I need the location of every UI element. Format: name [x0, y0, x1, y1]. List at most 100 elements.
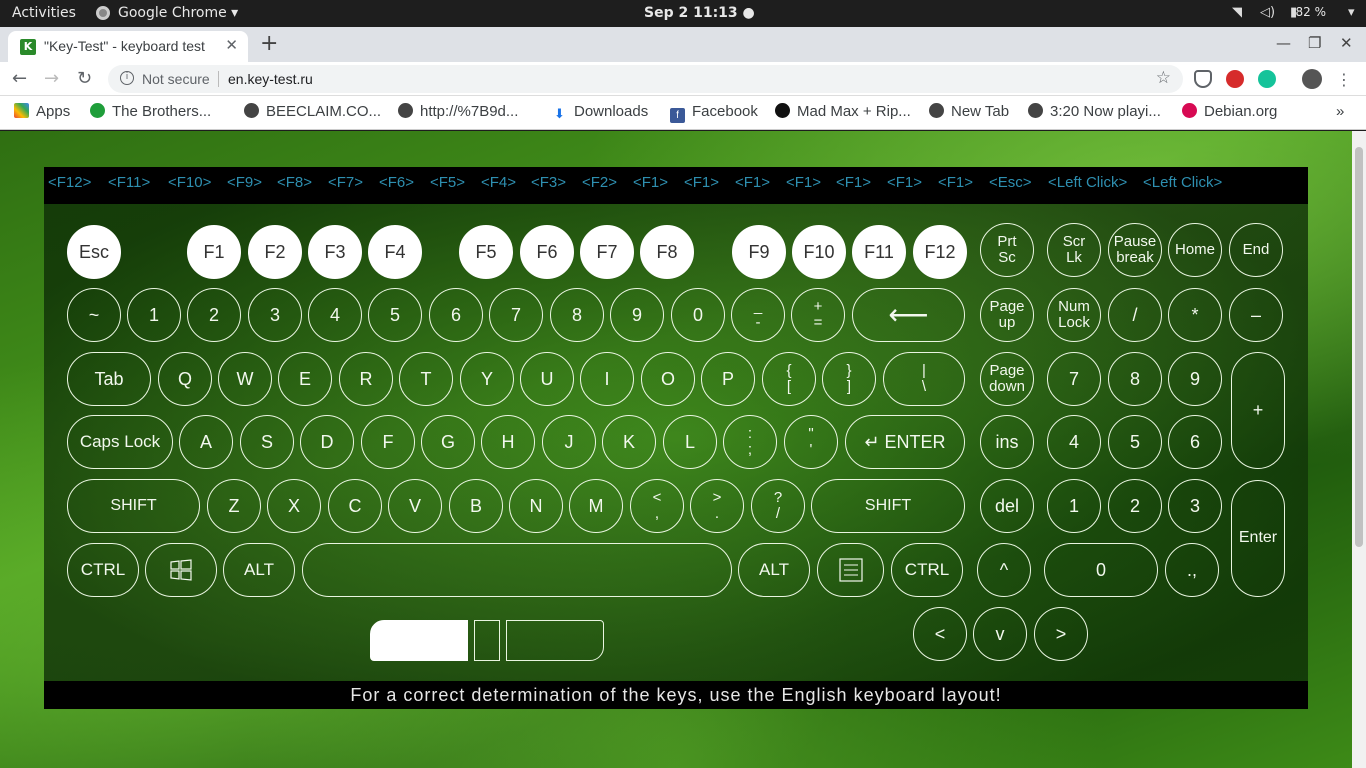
key-caps-lock[interactable]: Caps Lock [67, 415, 173, 469]
key-arrow-up[interactable]: ^ [977, 543, 1031, 597]
key-f7[interactable]: F7 [580, 225, 634, 279]
key-f8[interactable]: F8 [640, 225, 694, 279]
key-9[interactable]: 9 [610, 288, 664, 342]
key-f12[interactable]: F12 [913, 225, 967, 279]
key-kp-7[interactable]: 7 [1047, 352, 1101, 406]
tab-close-icon[interactable]: ✕ [225, 36, 238, 54]
key-pause-break[interactable]: Pause break [1108, 223, 1162, 277]
bookmark-item[interactable]: New Tab [929, 103, 1009, 120]
key-right-alt[interactable]: ALT [738, 543, 810, 597]
key-f1[interactable]: F1 [187, 225, 241, 279]
info-icon[interactable]: i [120, 71, 134, 85]
key-right-bracket[interactable]: } ] [822, 352, 876, 406]
clock[interactable]: Sep 2 11:13 ● [644, 5, 755, 21]
key-enter[interactable]: ↵ ENTER [845, 415, 965, 469]
key-insert[interactable]: ins [980, 415, 1034, 469]
browser-tab[interactable]: K "Key-Test" - keyboard test ✕ [8, 31, 248, 62]
key-k[interactable]: K [602, 415, 656, 469]
grammarly-icon[interactable] [1258, 70, 1276, 88]
key-kp-decimal[interactable]: ., [1165, 543, 1219, 597]
key-f10[interactable]: F10 [792, 225, 846, 279]
key-5[interactable]: 5 [368, 288, 422, 342]
key-arrow-right[interactable]: > [1034, 607, 1088, 661]
key-tab[interactable]: Tab [67, 352, 151, 406]
wifi-icon[interactable]: ◥ [1232, 5, 1242, 20]
key-m[interactable]: M [569, 479, 623, 533]
key-num-lock[interactable]: Num Lock [1047, 288, 1101, 342]
key-f[interactable]: F [361, 415, 415, 469]
key-6[interactable]: 6 [429, 288, 483, 342]
key-esc[interactable]: Esc [67, 225, 121, 279]
key-c[interactable]: C [328, 479, 382, 533]
key-kp-3[interactable]: 3 [1168, 479, 1222, 533]
key-f5[interactable]: F5 [459, 225, 513, 279]
bookmark-item[interactable]: Mad Max + Rip... [775, 103, 911, 120]
power-menu-icon[interactable]: ▾ [1348, 5, 1355, 20]
key-e[interactable]: E [278, 352, 332, 406]
activities-button[interactable]: Activities [12, 5, 76, 21]
key-context-menu[interactable] [817, 543, 884, 597]
key-print-screen[interactable]: Prt Sc [980, 223, 1034, 277]
key-l[interactable]: L [663, 415, 717, 469]
key-right-ctrl[interactable]: CTRL [891, 543, 963, 597]
key-kp-enter[interactable]: Enter [1231, 480, 1285, 597]
key-n[interactable]: N [509, 479, 563, 533]
key-v[interactable]: V [388, 479, 442, 533]
app-menu[interactable]: Google Chrome ▾ [118, 5, 238, 21]
key-kp-minus[interactable]: – [1229, 288, 1283, 342]
key-f11[interactable]: F11 [852, 225, 906, 279]
key-period[interactable]: > . [690, 479, 744, 533]
key-left-shift[interactable]: SHIFT [67, 479, 200, 533]
key-kp-8[interactable]: 8 [1108, 352, 1162, 406]
new-tab-button[interactable]: + [260, 31, 278, 56]
key-end[interactable]: End [1229, 223, 1283, 277]
mouse-left-button[interactable] [370, 620, 468, 661]
scrollbar-thumb[interactable] [1355, 147, 1363, 547]
key-s[interactable]: S [240, 415, 294, 469]
key-space[interactable] [302, 543, 732, 597]
security-status[interactable]: Not secure [142, 71, 210, 87]
key-page-down[interactable]: Page down [980, 352, 1034, 406]
forward-icon[interactable]: → [44, 68, 59, 89]
key-r[interactable]: R [339, 352, 393, 406]
key-8[interactable]: 8 [550, 288, 604, 342]
key-f4[interactable]: F4 [368, 225, 422, 279]
key-f3[interactable]: F3 [308, 225, 362, 279]
key-slash[interactable]: ? / [751, 479, 805, 533]
key-backslash[interactable]: | \ [883, 352, 965, 406]
key-kp-9[interactable]: 9 [1168, 352, 1222, 406]
key-comma[interactable]: < , [630, 479, 684, 533]
key-y[interactable]: Y [460, 352, 514, 406]
key-kp-multiply[interactable]: * [1168, 288, 1222, 342]
key-7[interactable]: 7 [489, 288, 543, 342]
key-f2[interactable]: F2 [248, 225, 302, 279]
key-d[interactable]: D [300, 415, 354, 469]
key-page-up[interactable]: Page up [980, 288, 1034, 342]
key-minus[interactable]: _ - [731, 288, 785, 342]
bookmark-item[interactable]: http://%7B9d... [398, 103, 518, 120]
maximize-icon[interactable]: ❐ [1308, 34, 1321, 52]
key-tilde[interactable]: ~ [67, 288, 121, 342]
red-extension-icon[interactable] [1226, 70, 1244, 88]
key-kp-0[interactable]: 0 [1044, 543, 1158, 597]
shield-extension-icon[interactable] [1194, 70, 1212, 88]
key-x[interactable]: X [267, 479, 321, 533]
bookmark-item[interactable]: The Brothers... [90, 103, 211, 120]
key-backspace[interactable]: ⟵ [852, 288, 965, 342]
profile-avatar[interactable] [1302, 69, 1322, 89]
bookmark-item[interactable]: BEECLAIM.CO... [244, 103, 381, 120]
key-left-ctrl[interactable]: CTRL [67, 543, 139, 597]
bookmark-star-icon[interactable]: ☆ [1156, 68, 1171, 88]
key-f6[interactable]: F6 [520, 225, 574, 279]
key-kp-4[interactable]: 4 [1047, 415, 1101, 469]
key-1[interactable]: 1 [127, 288, 181, 342]
bookmark-item[interactable]: f Facebook [670, 103, 758, 123]
key-left-alt[interactable]: ALT [223, 543, 295, 597]
key-kp-plus[interactable]: + [1231, 352, 1285, 469]
key-q[interactable]: Q [158, 352, 212, 406]
mouse-right-button[interactable] [506, 620, 604, 661]
url-text[interactable]: en.key-test.ru [228, 71, 313, 87]
key-b[interactable]: B [449, 479, 503, 533]
key-windows[interactable] [145, 543, 217, 597]
minimize-icon[interactable]: — [1276, 34, 1291, 52]
